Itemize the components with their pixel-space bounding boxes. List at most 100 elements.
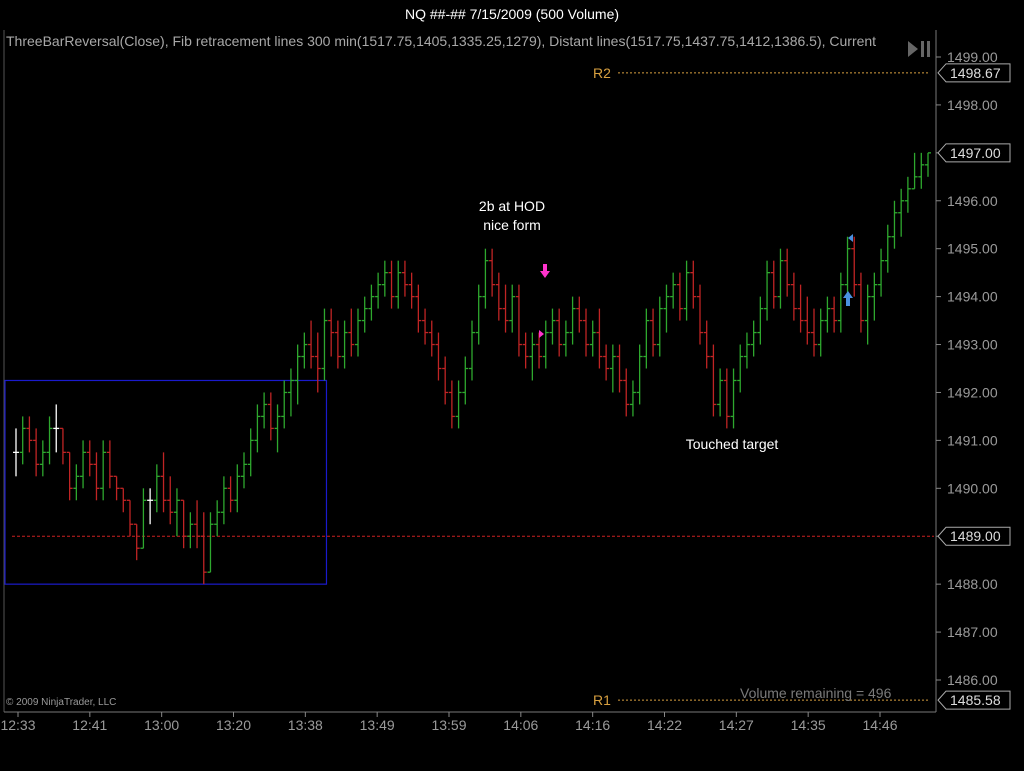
ohlc-bar[interactable] [53,404,60,453]
ohlc-bar[interactable] [502,284,509,333]
ohlc-bar[interactable] [415,284,422,333]
ohlc-bar[interactable] [717,368,724,417]
ohlc-bar[interactable] [153,464,160,513]
ohlc-bar[interactable] [334,320,341,369]
ohlc-bar[interactable] [723,368,730,429]
ohlc-bar[interactable] [844,236,851,297]
ohlc-bar[interactable] [609,344,616,393]
ohlc-bar[interactable] [435,332,442,381]
ohlc-bar[interactable] [214,500,221,537]
ohlc-bar[interactable] [254,404,261,453]
ohlc-bar[interactable] [395,260,402,309]
ohlc-bar[interactable] [683,260,690,321]
ohlc-bar[interactable] [750,320,757,357]
ohlc-bar[interactable] [489,248,496,297]
ohlc-bar[interactable] [529,332,536,381]
ohlc-bar[interactable] [13,428,19,477]
ohlc-bar[interactable] [864,284,871,345]
ohlc-bar[interactable] [160,452,167,513]
ohlc-bar[interactable] [569,296,576,345]
ohlc-bar[interactable] [321,308,328,381]
ohlc-bar[interactable] [676,272,683,321]
ohlc-bar[interactable] [127,499,133,537]
ohlc-bar[interactable] [401,260,408,297]
ohlc-bar[interactable] [857,272,864,333]
ohlc-bar[interactable] [549,308,556,345]
ohlc-bar[interactable] [381,260,388,297]
ohlc-bar[interactable] [851,236,858,297]
price-chart[interactable]: 1499.00 1498.00 1497.00 1496.00 1495.00 1494.… [0,28,1024,771]
ohlc-bar[interactable] [898,188,905,237]
ohlc-bar[interactable] [643,308,650,369]
ohlc-bar[interactable] [811,308,817,357]
ohlc-bar[interactable] [589,320,596,357]
ohlc-bar[interactable] [831,296,838,333]
ohlc-bar[interactable] [878,248,885,297]
ohlc-bar[interactable] [194,500,201,549]
ohlc-bar[interactable] [26,416,33,453]
ohlc-bar[interactable] [871,272,878,321]
ohlc-bar[interactable] [442,356,449,405]
ohlc-bar[interactable] [583,308,589,357]
ohlc-bar[interactable] [904,176,911,213]
ohlc-bar[interactable] [790,272,797,321]
ohlc-bar[interactable] [777,248,784,309]
ohlc-bar[interactable] [113,475,120,501]
ohlc-bar[interactable] [247,428,254,477]
ohlc-bar[interactable] [86,440,93,477]
ohlc-bar[interactable] [663,284,670,333]
ohlc-bar[interactable] [328,308,335,357]
ohlc-bar[interactable] [261,392,268,429]
ohlc-bar[interactable] [804,296,811,345]
play-pause-icon[interactable] [906,40,932,58]
ohlc-bar[interactable] [656,296,663,357]
ohlc-bar[interactable] [267,392,274,441]
ohlc-bar[interactable] [891,200,898,249]
ohlc-bar[interactable] [140,488,147,549]
ohlc-bar[interactable] [375,272,382,309]
ohlc-bar[interactable] [294,344,301,405]
ohlc-bar[interactable] [19,416,26,465]
ohlc-bar[interactable] [757,296,764,345]
ohlc-bar[interactable] [93,452,100,501]
ohlc-bar[interactable] [482,248,489,309]
ohlc-bar[interactable] [743,332,750,369]
ohlc-bar[interactable] [348,308,355,357]
ohlc-bar[interactable] [824,296,831,333]
ohlc-bar[interactable] [422,308,429,345]
ohlc-bar[interactable] [509,284,516,333]
ohlc-bar[interactable] [46,416,53,465]
ohlc-bar[interactable] [455,380,462,429]
ohlc-bar[interactable] [576,296,583,333]
ohlc-bar[interactable] [515,284,522,357]
ohlc-bar[interactable] [227,476,234,513]
ohlc-bar[interactable] [33,428,40,477]
ohlc-bar[interactable] [918,152,925,189]
ohlc-bar[interactable] [80,440,87,489]
ohlc-bar[interactable] [287,368,294,417]
ohlc-bar[interactable] [911,152,918,190]
ohlc-bar[interactable] [837,272,844,333]
ohlc-bar[interactable] [462,356,469,405]
ohlc-bar[interactable] [234,464,241,513]
ohlc-bar[interactable] [623,368,630,417]
ohlc-bar[interactable] [355,308,361,357]
ohlc-bar[interactable] [616,344,623,393]
ohlc-bar[interactable] [603,344,610,381]
ohlc-bar[interactable] [388,260,395,309]
ohlc-bar[interactable] [670,272,677,309]
ohlc-bar[interactable] [173,488,180,537]
ohlc-bar[interactable] [220,476,227,525]
ohlc-bar[interactable] [764,260,771,321]
ohlc-bar[interactable] [200,512,207,585]
ohlc-bar[interactable] [797,284,804,333]
ohlc-bar[interactable] [469,320,475,381]
ohlc-bar[interactable] [361,296,368,333]
ohlc-bar[interactable] [636,344,643,405]
ohlc-bar[interactable] [884,224,891,273]
ohlc-bar[interactable] [925,152,931,177]
ohlc-bar[interactable] [475,284,482,345]
ohlc-bar[interactable] [66,451,73,501]
ohlc-bar[interactable] [697,284,703,345]
ohlc-bar[interactable] [274,404,281,453]
